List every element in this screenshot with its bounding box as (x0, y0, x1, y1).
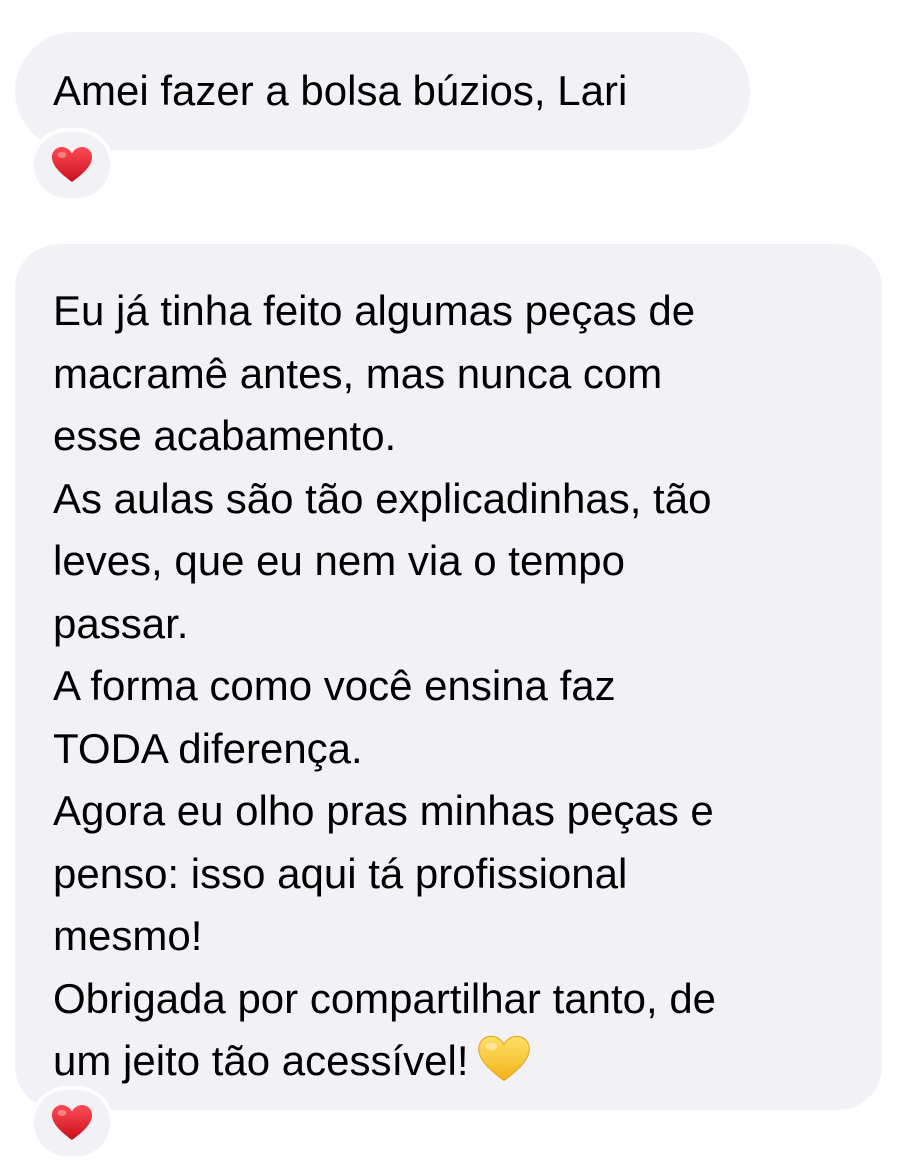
message-line: As aulas são tão explicadinhas, tão (53, 474, 712, 522)
red-heart-icon (51, 1104, 93, 1142)
reaction-badge-1[interactable] (30, 128, 114, 202)
message-line: Eu já tinha feito algumas peças de (53, 287, 696, 334)
message-line: A forma como você ensina faz (53, 662, 616, 709)
message-line: leves, que eu nem via o tempo (53, 537, 626, 584)
message-bubble-1[interactable]: Amei fazer a bolsa búzios, Lari (15, 32, 750, 150)
yellow-heart-icon (477, 1035, 531, 1083)
message-line: esse acabamento. (53, 412, 397, 459)
message-line: TODA diferença. (53, 724, 363, 772)
message-line: penso: isso aqui tá profissional (53, 849, 628, 897)
message-line: macramê antes, mas nunca com (53, 349, 663, 397)
reaction-badge-2[interactable] (30, 1086, 114, 1160)
message-line-text: um jeito tão acessível! (53, 1037, 469, 1084)
message-body: Eu já tinha feito algumas peças de macra… (53, 280, 853, 1093)
message-line: passar. (53, 599, 189, 647)
message-line: mesmo! (53, 912, 203, 959)
red-heart-icon (51, 146, 93, 184)
message-bubble-2[interactable]: Eu já tinha feito algumas peças de macra… (15, 244, 882, 1110)
message-last-line: um jeito tão acessível! (53, 1030, 853, 1093)
message-line: Agora eu olho pras minhas peças e (53, 787, 714, 834)
message-text: Amei fazer a bolsa búzios, Lari (53, 67, 628, 114)
message-line: Obrigada por compartilhar tanto, de (53, 974, 717, 1022)
